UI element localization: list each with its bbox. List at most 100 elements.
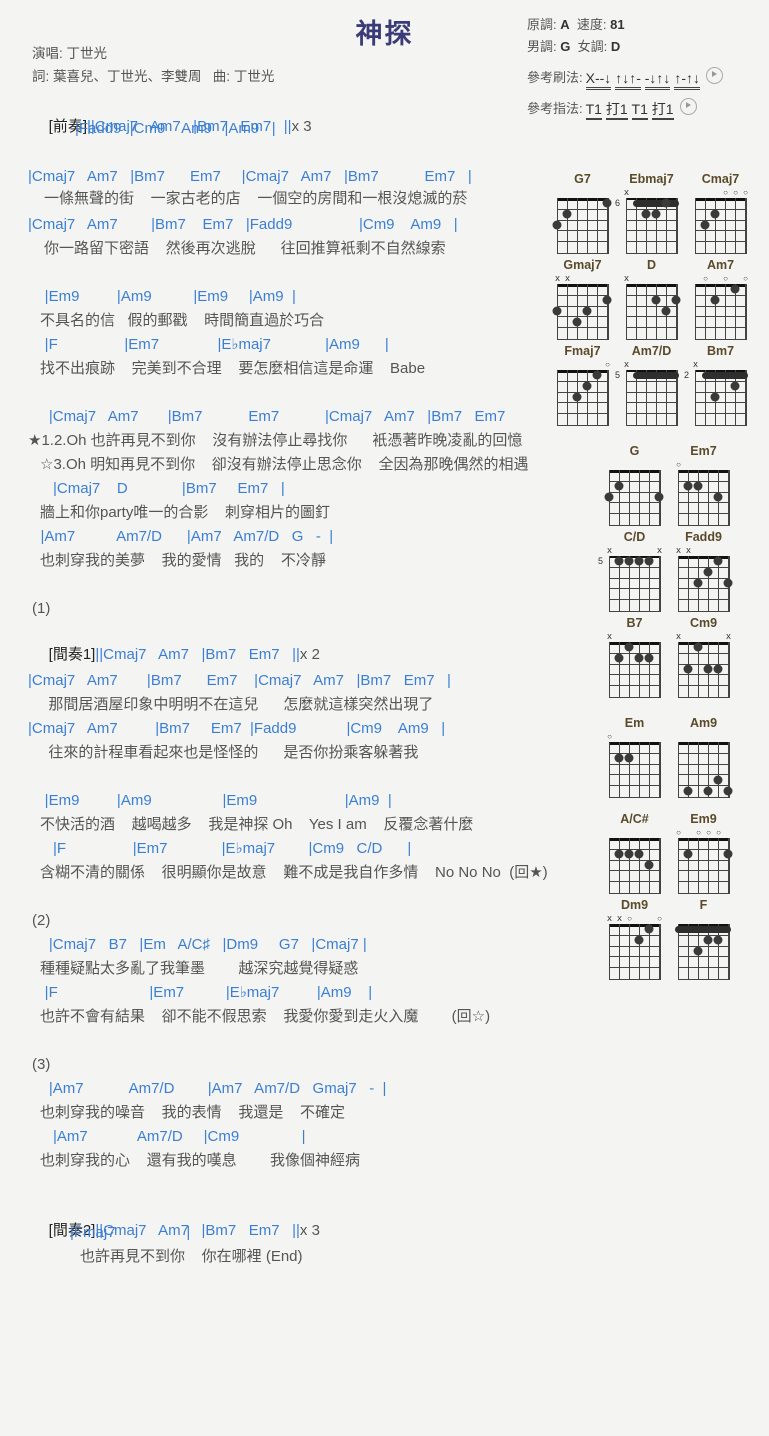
play-icon[interactable]: [679, 97, 697, 115]
composer-name: 丁世光: [233, 69, 275, 84]
finger-dot: [730, 381, 740, 391]
bridge-lyric-1: 也刺穿我的噪音 我的表情 我還是 不確定: [40, 1104, 346, 1121]
chord-diagram-b7[interactable]: B7 x: [600, 616, 669, 698]
finger-dot: [723, 786, 733, 796]
lyricist-label: 詞:: [32, 69, 50, 84]
finger-dot: [552, 220, 562, 230]
singer-line: 演唱: 丁世光: [32, 42, 274, 65]
open-string-icon: ○: [743, 274, 748, 283]
ending-chords: |Fmaj7 |: [70, 1224, 191, 1241]
finger-dot: [572, 317, 582, 327]
chord-diagram-name: Bm7: [706, 344, 735, 358]
male-key-value: G: [560, 39, 571, 54]
chord-diagram-row: Em ○ Am9: [600, 716, 738, 798]
chord-string-markers: ○: [548, 359, 617, 370]
chord-string-markers: [548, 187, 617, 198]
fretboard: [695, 284, 747, 340]
finger-dot: [634, 556, 644, 566]
chorus-lyric-1: ★1.2.Oh 也許再見不到你 沒有辦法停止尋找你 衹憑著昨晚凌亂的回憶: [28, 432, 523, 449]
finger-dot: [614, 481, 624, 491]
finger-dot: [693, 481, 703, 491]
finger-dot: [661, 306, 671, 316]
finger-dot: [713, 775, 723, 785]
finger-dot: [661, 198, 671, 208]
strum-pattern-row: 參考刷法: X--↓ ↑↓↑- -↓↑↓ ↑-↑↓: [527, 66, 757, 90]
fretboard: [609, 742, 661, 798]
lyricist-name: 葉喜兒、丁世光、李雙周: [53, 69, 202, 84]
verse1-lyric-1: 一條無聲的街 一家古老的店 一個空的房間和一根沒熄滅的菸: [44, 190, 468, 207]
muted-string-icon: x: [555, 273, 560, 284]
chord-diagram-fadd9[interactable]: Fadd9 x x: [669, 530, 738, 612]
verse2b-lyric-1: 不快活的酒 越喝越多 我是神探 Oh Yes I am 反覆念著什麼: [40, 816, 474, 833]
finger-dot: [562, 209, 572, 219]
finger-dot: [713, 556, 723, 566]
chord-diagram-em9[interactable]: Em9 ○ ○ ○ ○: [669, 812, 738, 894]
fretboard: [678, 838, 733, 894]
verse2-lyric-2: 往來的計程車看起來也是怪怪的 是否你扮乘客躲著我: [40, 744, 419, 761]
chord-diagram-name: Em7: [690, 444, 717, 458]
finger-dot: [703, 935, 713, 945]
chord-string-markers: x: [686, 359, 755, 370]
chord-diagram-c-d[interactable]: C/D x x 5: [598, 530, 669, 612]
fretboard: [552, 284, 612, 340]
muted-string-icon: x: [676, 631, 681, 642]
fretboard: [675, 924, 731, 980]
bridge-lyric-2: 也刺穿我的心 還有我的嘆息 我像個神經病: [40, 1152, 361, 1169]
chord-diagram-am9[interactable]: Am9: [669, 716, 738, 798]
finger-dot: [624, 642, 634, 652]
writer-line: 詞: 葉喜兒、丁世光、李雙周 曲: 丁世光: [32, 65, 274, 88]
chord-diagram-cm9[interactable]: Cm9 x x: [669, 616, 738, 698]
chord-diagram-a-c-[interactable]: A/C#: [600, 812, 669, 894]
chord-diagram-bm7[interactable]: Bm7 x 2: [684, 344, 755, 426]
muted-string-icon: x: [624, 187, 629, 198]
chord-diagram-fmaj7[interactable]: Fmaj7 ○: [548, 344, 617, 426]
chord-diagram-name: Am9: [689, 716, 718, 730]
chord-diagram-g7[interactable]: G7: [548, 172, 617, 254]
interlude1-tag: [間奏1]: [48, 646, 96, 663]
section-number-3: (3): [32, 1056, 51, 1073]
finger-dot: [703, 786, 713, 796]
chord-string-markers: ○ ○ ○: [686, 187, 755, 198]
male-female-key-row: 男調: G 女調: D: [527, 36, 757, 58]
open-string-icon: ○: [743, 188, 748, 197]
chord-diagram-gmaj7[interactable]: Gmaj7 x x: [548, 258, 617, 340]
chord-diagram-row: B7 x Cm9 x x: [600, 616, 738, 698]
chord-diagram-f[interactable]: F: [669, 898, 738, 980]
chord-diagram-ebmaj7[interactable]: Ebmaj7 x 6: [615, 172, 686, 254]
finger-dot: [602, 198, 612, 208]
chord-diagram-name: A/C#: [620, 812, 649, 826]
chord-diagram-name: Cmaj7: [701, 172, 740, 186]
fretboard: [678, 742, 733, 798]
chord-diagram-g[interactable]: G: [600, 444, 669, 526]
finger-dot: [634, 935, 644, 945]
chord-string-markers: ○: [600, 731, 669, 742]
chord-diagram-am7-d[interactable]: Am7/D x 5: [615, 344, 686, 426]
muted-string-icon: x: [565, 273, 570, 284]
chord-diagram-name: D: [646, 258, 657, 272]
chord-diagram-name: C/D: [623, 530, 646, 544]
play-icon[interactable]: [705, 66, 723, 84]
finger-dot: [624, 849, 634, 859]
chord-string-markers: [669, 731, 738, 742]
chord-diagram-d[interactable]: Dx: [617, 258, 686, 340]
chord-diagram-cmaj7[interactable]: Cmaj7 ○ ○ ○: [686, 172, 755, 254]
open-string-icon: ○: [706, 828, 711, 837]
base-fret-number: 2: [684, 370, 690, 381]
fretboard: 2: [684, 370, 748, 426]
muted-string-icon: x: [624, 359, 629, 370]
chord-diagram-em[interactable]: Em ○: [600, 716, 669, 798]
chord-diagram-am7[interactable]: Am7 ○ ○ ○: [686, 258, 755, 340]
barre-bar: [633, 199, 679, 207]
chord-diagram-dm9[interactable]: Dm9 x x ○ ○: [600, 898, 669, 980]
chorus-chords-3: |Am7 Am7/D |Am7 Am7/D G - |: [28, 528, 334, 545]
verse2-lyric-1: 那間居酒屋印象中明明不在這兒 怎麼就這樣突然出現了: [40, 696, 434, 713]
barre-bar: [702, 371, 748, 379]
open-string-icon: ○: [723, 274, 728, 283]
chord-string-markers: [669, 913, 738, 924]
chord-diagram-name: Em: [624, 716, 645, 730]
fretboard: 5: [615, 370, 679, 426]
finger-dot: [683, 849, 693, 859]
chord-diagram-em7[interactable]: Em7 ○: [669, 444, 738, 526]
chord-diagram-name: Cm9: [689, 616, 718, 630]
finger-dot: [582, 306, 592, 316]
